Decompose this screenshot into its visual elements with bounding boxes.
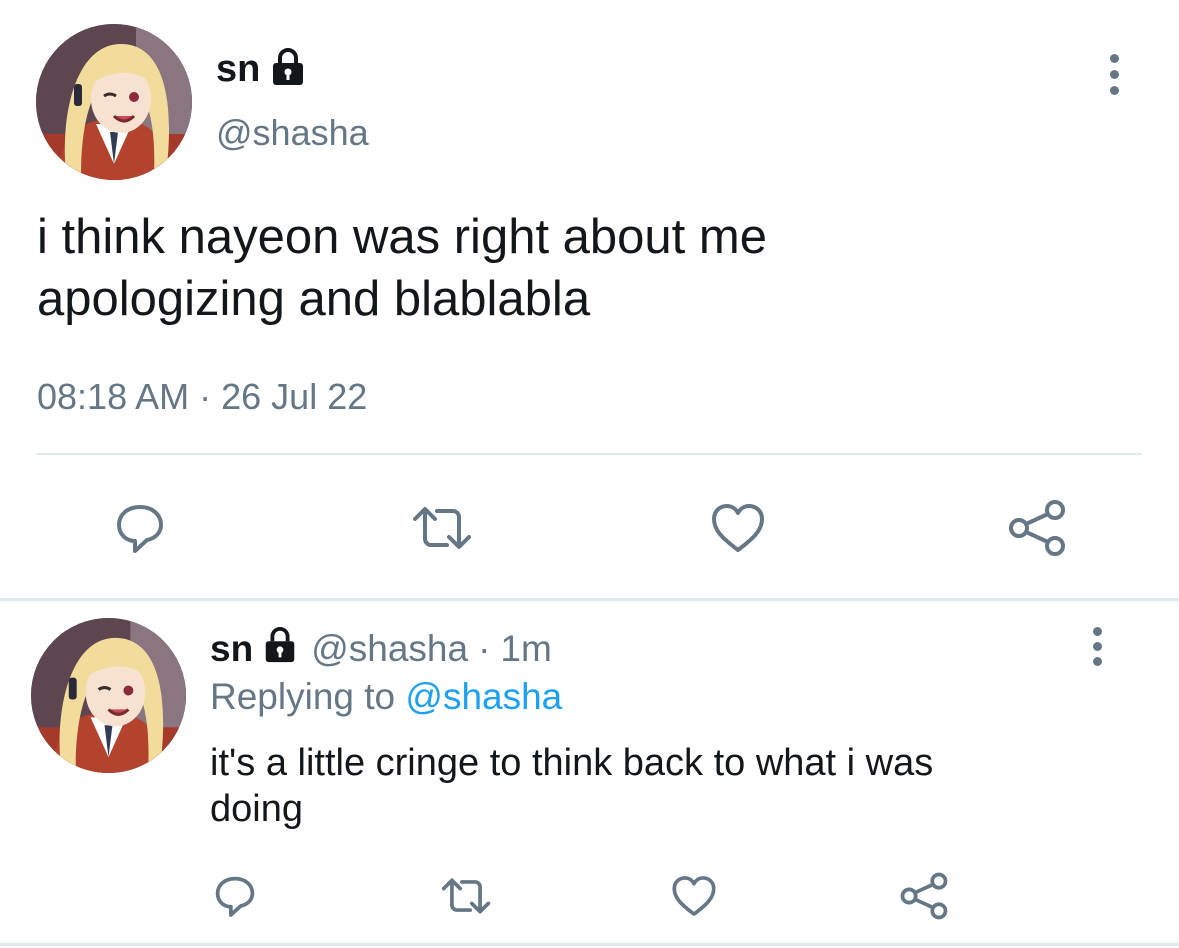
retweet-icon [413, 507, 471, 549]
share-button[interactable] [1004, 496, 1070, 560]
tweet-time: 08:18 AM [37, 376, 190, 417]
lock-icon [268, 47, 308, 92]
reply-button[interactable] [208, 870, 262, 922]
replying-to-handle-link[interactable]: @shasha [405, 676, 562, 717]
avatar-reply[interactable] [31, 618, 186, 773]
avatar-reply-image [31, 618, 186, 773]
lock-icon [261, 626, 299, 673]
like-button[interactable] [706, 496, 770, 560]
avatar-main-image [36, 24, 192, 180]
tweet-text: i think nayeon was right about me apolog… [37, 206, 1147, 330]
reply-time[interactable]: 1m [500, 628, 551, 670]
tweet-timestamp[interactable]: 08:18 AM · 26 Jul 22 [37, 376, 367, 418]
display-name[interactable]: sn [216, 48, 260, 91]
share-button[interactable] [896, 870, 952, 922]
meta-separator: · [478, 628, 491, 669]
retweet-icon [441, 878, 491, 914]
like-button[interactable] [667, 870, 721, 922]
bottom-divider [0, 943, 1179, 946]
more-vertical-icon[interactable] [1087, 627, 1107, 667]
reply-handle[interactable]: @shasha [311, 628, 468, 670]
reply-text-line: it's a little cringe to think back to wh… [210, 742, 934, 784]
reply-text: it's a little cringe to think back to wh… [210, 740, 933, 832]
reply-text-line: doing [210, 788, 303, 830]
heart-icon [712, 504, 764, 552]
reply-display-name[interactable]: sn [210, 628, 253, 670]
handle[interactable]: @shasha [216, 112, 369, 154]
tweet-text-line: i think nayeon was right about me [37, 210, 767, 264]
more-vertical-icon[interactable] [1104, 54, 1124, 96]
replying-to: Replying to @shasha [210, 676, 562, 718]
reply-header: sn @shasha · 1m [210, 626, 552, 672]
share-icon [1009, 500, 1065, 556]
share-icon [900, 872, 948, 920]
retweet-button[interactable] [404, 496, 480, 560]
tweet-text-line: apologizing and blablabla [37, 272, 591, 326]
reply-icon [215, 876, 255, 917]
divider [37, 453, 1142, 455]
avatar-main[interactable] [36, 24, 192, 180]
tweet-separator [0, 598, 1179, 601]
reply-button[interactable] [108, 496, 172, 560]
meta-separator: · [199, 376, 212, 417]
retweet-button[interactable] [434, 870, 498, 922]
reply-icon [117, 505, 163, 553]
tweet-date: 26 Jul 22 [221, 376, 368, 417]
replying-to-label: Replying to [210, 676, 396, 717]
heart-icon [672, 876, 716, 916]
